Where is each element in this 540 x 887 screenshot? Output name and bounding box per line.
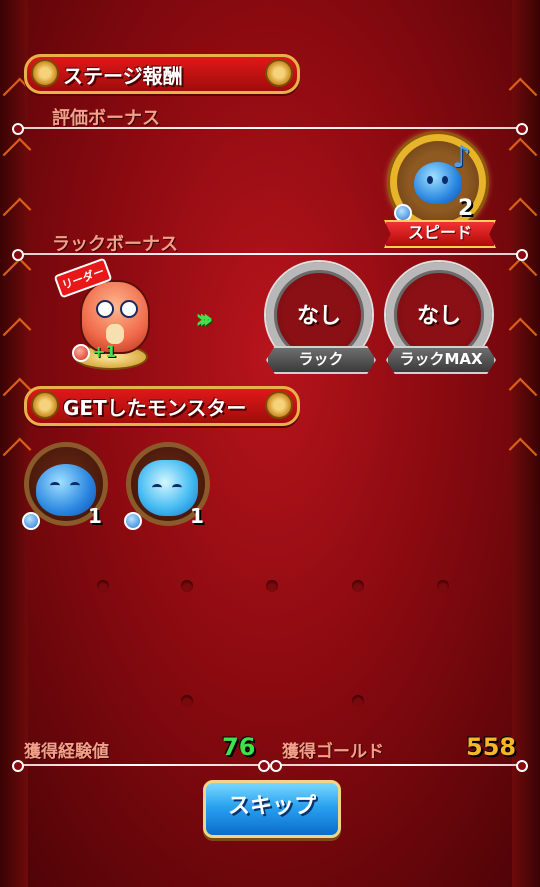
background-rivet: [352, 580, 364, 592]
ornament-shape: [2, 317, 32, 347]
blue-flame-slime-icon: [138, 460, 198, 516]
luck-max-plate: ラックMAX: [386, 346, 496, 374]
gold-value: 558: [466, 733, 517, 761]
luck-max-value: なし: [416, 304, 461, 329]
swirl-icon: [31, 391, 59, 419]
monster-count: 1: [190, 504, 204, 528]
get-monster-title: GETしたモンスター: [63, 396, 247, 420]
background-rivet: [266, 580, 278, 592]
gold-divider: [270, 760, 528, 772]
obtained-monster[interactable]: 1: [124, 442, 216, 534]
speed-count: 2: [458, 196, 474, 221]
obtained-monster[interactable]: 1: [22, 442, 114, 534]
monster-count: 1: [88, 504, 102, 528]
swirl-icon: [31, 59, 59, 87]
exp-label: 獲得経験値: [24, 742, 109, 762]
swirl-icon: [265, 391, 293, 419]
ornament-shape: [508, 197, 538, 227]
water-element-icon: [22, 512, 40, 530]
fire-element-icon: [72, 344, 90, 362]
luck-value: なし: [296, 304, 341, 329]
section-divider: [12, 123, 528, 135]
background-rivet: [97, 580, 109, 592]
background-rivet: [181, 580, 193, 592]
ornament-shape: [508, 257, 538, 287]
water-element-icon: [124, 512, 142, 530]
exp-divider: [12, 760, 270, 772]
ornament-shape: [508, 377, 538, 407]
gold-label: 獲得ゴールド: [282, 742, 384, 762]
leader-monster: リーダー +1: [53, 257, 166, 374]
skip-button[interactable]: スキップ: [203, 780, 341, 838]
ornament-shape: [508, 317, 538, 347]
stage-reward-title: ステージ報酬: [63, 64, 183, 88]
green-chevrons-icon: ›››: [195, 302, 213, 335]
ornament-shape: [2, 137, 32, 167]
ornament-shape: [508, 77, 538, 107]
ornament-shape: [508, 437, 538, 467]
ornament-shape: [508, 137, 538, 167]
get-monster-banner: GETしたモンスター: [24, 386, 300, 426]
luck-slot: なし ラック: [266, 262, 376, 374]
swirl-icon: [265, 59, 293, 87]
luck-max-slot: なし ラックMAX: [386, 262, 496, 374]
ornament-shape: [2, 197, 32, 227]
background-rivet: [352, 695, 364, 707]
blue-slime-icon: [36, 464, 96, 516]
section-divider: [12, 249, 528, 261]
background-rivet: [437, 580, 449, 592]
luck-plus-label: +1: [92, 342, 117, 361]
stage-reward-banner: ステージ報酬: [24, 54, 300, 94]
music-note-icon: ♪: [452, 140, 472, 175]
ornament-shape: [2, 257, 32, 287]
exp-value: 76: [222, 733, 256, 761]
speed-ribbon: スピード: [384, 220, 496, 248]
result-screen: ステージ報酬 評価ボーナス ♪ 2 スピード ラックボーナス リーダー +1 ›…: [0, 0, 540, 887]
speed-medal: ♪ 2 スピード: [382, 134, 496, 248]
water-element-icon: [394, 204, 412, 222]
background-rivet: [181, 695, 193, 707]
luck-plate: ラック: [266, 346, 376, 374]
